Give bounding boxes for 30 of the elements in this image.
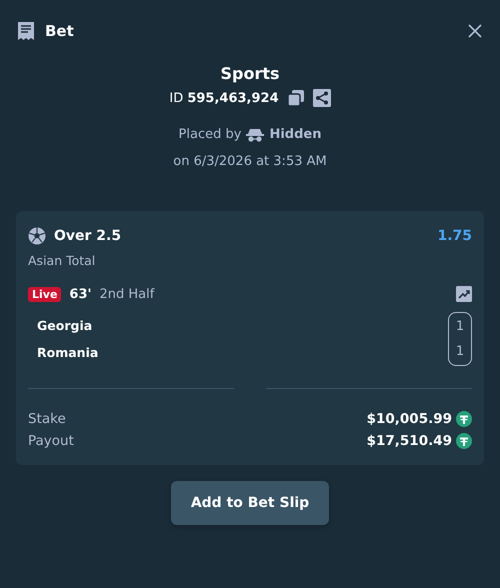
soccer-ball-icon (28, 227, 46, 245)
total-label: Payout (28, 433, 75, 449)
bet-id: ID 595,463,924 (169, 90, 279, 106)
total-label: Stake (28, 411, 67, 427)
team-name: Georgia (37, 318, 94, 333)
placed-date: on 6/3/2026 at 3:53 AM (173, 154, 327, 169)
placed-by-label: Placed by (178, 127, 242, 142)
add-to-bet-slip-button[interactable]: Add to Bet Slip (170, 481, 330, 525)
market-name: Asian Total (28, 253, 96, 268)
total-amount: $17,510.49 (366, 433, 452, 449)
match-period: 2nd Half (100, 286, 156, 302)
live-badge: Live (28, 286, 62, 302)
stats-button[interactable] (456, 286, 472, 302)
team-name: Romania (37, 345, 98, 360)
outcome-name: Over 2.5 (54, 228, 122, 244)
modal-title: Bet (45, 22, 75, 40)
team-score: 1 (456, 344, 464, 359)
receipt-icon (17, 21, 35, 41)
tether-icon (456, 433, 472, 449)
incognito-icon (246, 128, 264, 142)
user-name: Hidden (269, 127, 322, 142)
copy-button[interactable] (286, 89, 305, 107)
total-amount: $10,005.99 (366, 411, 452, 427)
team-score: 1 (456, 319, 464, 334)
share-button[interactable] (312, 89, 331, 107)
odds-value: 1.75 (437, 228, 472, 244)
bet-type-title: Sports (220, 64, 280, 83)
close-button[interactable] (466, 22, 484, 40)
match-minute: 63' (69, 286, 92, 302)
tether-icon (456, 411, 472, 427)
